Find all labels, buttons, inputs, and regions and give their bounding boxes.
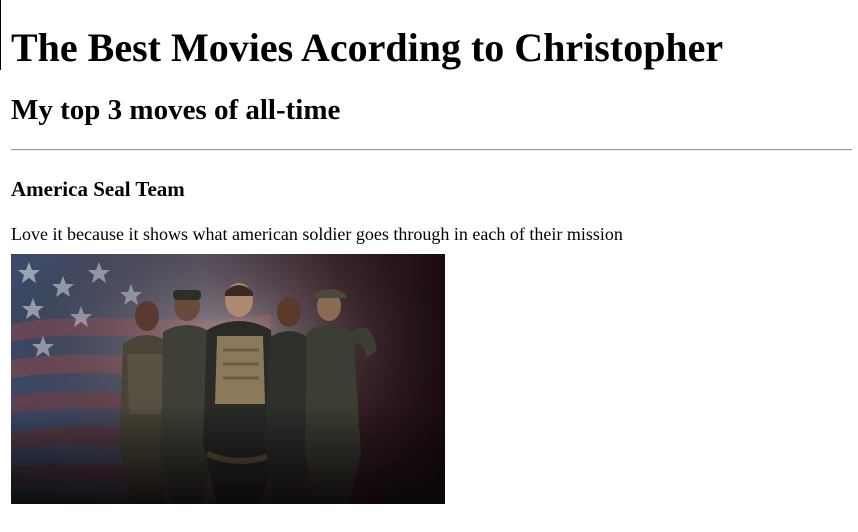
page-title: The Best Movies Acording to Christopher [11, 25, 724, 70]
page: The Best Movies Acording to Christopher … [0, 0, 858, 532]
movie-title: America Seal Team [11, 177, 185, 201]
page-subtitle: My top 3 moves of all-time [11, 94, 341, 126]
movie-poster-image [11, 254, 445, 504]
movie-entry: America Seal Team Love it because it sho… [11, 151, 852, 504]
movie-description: Love it because it shows what american s… [11, 224, 623, 244]
left-edge-line [0, 0, 1, 70]
